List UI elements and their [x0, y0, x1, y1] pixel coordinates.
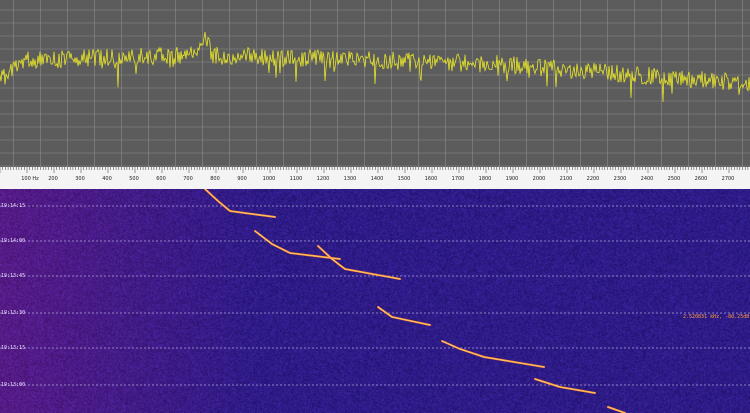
- signal-trace: [204, 189, 276, 218]
- time-label: 19:14:00: [1, 238, 26, 244]
- ruler-tick-label: 900: [237, 176, 247, 182]
- ruler-tick-label: 300: [75, 176, 85, 182]
- signal-trace-core: [377, 306, 431, 326]
- signal-trace: [317, 245, 401, 280]
- ruler-tick-label: 1700: [451, 176, 465, 182]
- signal-trace: [441, 340, 545, 368]
- ruler-tick-label: 2400: [640, 176, 654, 182]
- signal-trace-core: [441, 340, 545, 368]
- time-label: 19:14:15: [1, 203, 26, 209]
- ruler-tick-label: 2100: [559, 176, 573, 182]
- spectrum-display[interactable]: [0, 0, 750, 167]
- ruler-tick-label: 1100: [289, 176, 303, 182]
- ruler-tick-label: 1500: [397, 176, 411, 182]
- spectrum-plot: [0, 0, 750, 167]
- ruler-tick-label: 600: [156, 176, 166, 182]
- ruler-tick-label: 2300: [613, 176, 627, 182]
- ruler-tick-label: 1400: [370, 176, 384, 182]
- ruler-tick-label: 800: [210, 176, 220, 182]
- ruler-tick-label: 1800: [478, 176, 492, 182]
- signal-trace-core: [317, 245, 401, 280]
- waterfall-display[interactable]: 19:14:15 19:14:00 19:13:45 19:13:30 19:13:15…: [0, 189, 750, 413]
- ruler-tick-label: 2000: [532, 176, 546, 182]
- ruler-tick-label: 1200: [316, 176, 330, 182]
- ruler-tick-label: 1300: [343, 176, 357, 182]
- signal-trace-core: [607, 406, 626, 413]
- ruler-tick-label: 2500: [667, 176, 681, 182]
- ruler-tick-label: 1000: [262, 176, 276, 182]
- ruler-tick-label: 2200: [586, 176, 600, 182]
- ruler-tick-label: 500: [129, 176, 139, 182]
- signal-traces: [204, 189, 626, 413]
- signal-trace: [534, 378, 596, 394]
- ruler-tick-label: 1900: [505, 176, 519, 182]
- time-label: 19:13:45: [1, 273, 26, 279]
- cursor-readout: 2.520831 kHz, -80.25dB: [683, 314, 750, 320]
- spectrum-analyzer-window: 100 Hz 200 300 400 500 600 700 800 900 1000 1100 1…: [0, 0, 750, 413]
- frequency-ruler[interactable]: 100 Hz 200 300 400 500 600 700 800 900 1000 1100 1…: [0, 167, 750, 190]
- time-label: 19:13:15: [1, 345, 26, 351]
- ruler-tick-label: 200: [48, 176, 58, 182]
- ruler-unit-label: 100 Hz: [21, 176, 39, 182]
- signal-trace: [377, 306, 431, 326]
- spectrum-trace: [0, 31, 750, 102]
- ruler-tick-label: 1600: [424, 176, 438, 182]
- time-label: 19:13:00: [1, 382, 26, 388]
- ruler-tick-label: 400: [102, 176, 112, 182]
- time-gridlines: [0, 205, 750, 386]
- waterfall-overlay: [0, 189, 750, 413]
- ruler-tick-label: 2600: [694, 176, 708, 182]
- ruler-tick-label: 2700: [721, 176, 735, 182]
- ruler-tick-label: 700: [183, 176, 193, 182]
- time-label: 19:13:30: [1, 310, 26, 316]
